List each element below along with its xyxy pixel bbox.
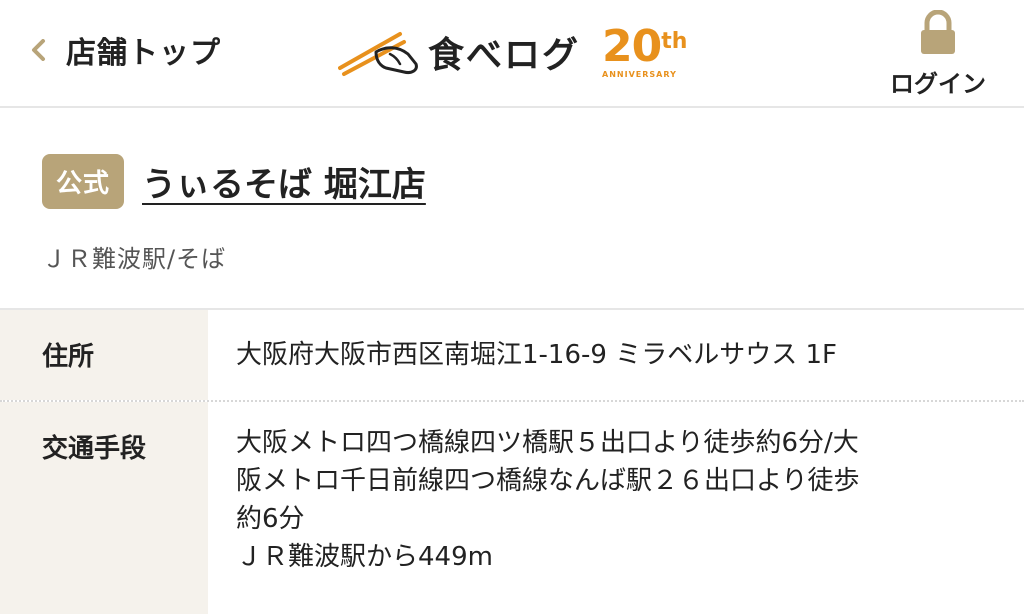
transport-line: ＪＲ難波駅から449m (236, 542, 493, 572)
lock-icon (921, 10, 955, 54)
transport-line: 約6分 (236, 504, 305, 534)
address-label: 住所 (0, 310, 208, 400)
transport-line: 大阪メトロ四つ橋線四ツ橋駅５出口より徒歩約6分/大 (236, 428, 859, 458)
official-badge: 公式 (42, 154, 125, 209)
back-to-shop-top-button[interactable]: 店舗トップ (28, 28, 221, 72)
transport-label: 交通手段 (0, 402, 208, 614)
shop-summary: 公式 うぃるそば 堀江店 ＪＲ難波駅/そば (0, 108, 1024, 310)
transport-value: 大阪メトロ四つ橋線四ツ橋駅５出口より徒歩約6分/大 阪メトロ千日前線四つ橋線なん… (208, 402, 1024, 614)
login-label: ログイン (890, 70, 986, 98)
shop-info-table: 住所 大阪府大阪市西区南堀江1-16-9 ミラベルサウス 1F 交通手段 大阪メ… (0, 310, 1024, 614)
anniversary-mark: 20 th ANNIVERSARY (602, 25, 687, 79)
logo-text: 食べログ (428, 35, 581, 76)
back-label: 店舗トップ (66, 36, 221, 71)
transport-line: 阪メトロ千日前線四つ橋線なんば駅２６出口より徒歩 (236, 466, 860, 496)
info-row-address: 住所 大阪府大阪市西区南堀江1-16-9 ミラベルサウス 1F (0, 310, 1024, 402)
chevron-left-icon (32, 39, 45, 61)
tabelog-logo[interactable]: 食べログ 20 th ANNIVERSARY (338, 22, 687, 82)
address-value: 大阪府大阪市西区南堀江1-16-9 ミラベルサウス 1F (236, 340, 837, 370)
anniversary-sub: ANNIVERSARY (602, 70, 677, 79)
anniversary-suffix: th (661, 29, 688, 54)
app-header: 店舗トップ 食べログ 20 th ANNIVERSARY ログイン (0, 0, 1024, 108)
shop-subtitle: ＪＲ難波駅/そば (42, 245, 227, 273)
info-row-transport: 交通手段 大阪メトロ四つ橋線四ツ橋駅５出口より徒歩約6分/大 阪メトロ千日前線四… (0, 402, 1024, 614)
anniversary-number: 20 (602, 21, 662, 72)
chopsticks-hand-icon (338, 32, 418, 76)
login-button[interactable]: ログイン (886, 10, 990, 100)
shop-name-link[interactable]: うぃるそば 堀江店 (142, 157, 426, 206)
